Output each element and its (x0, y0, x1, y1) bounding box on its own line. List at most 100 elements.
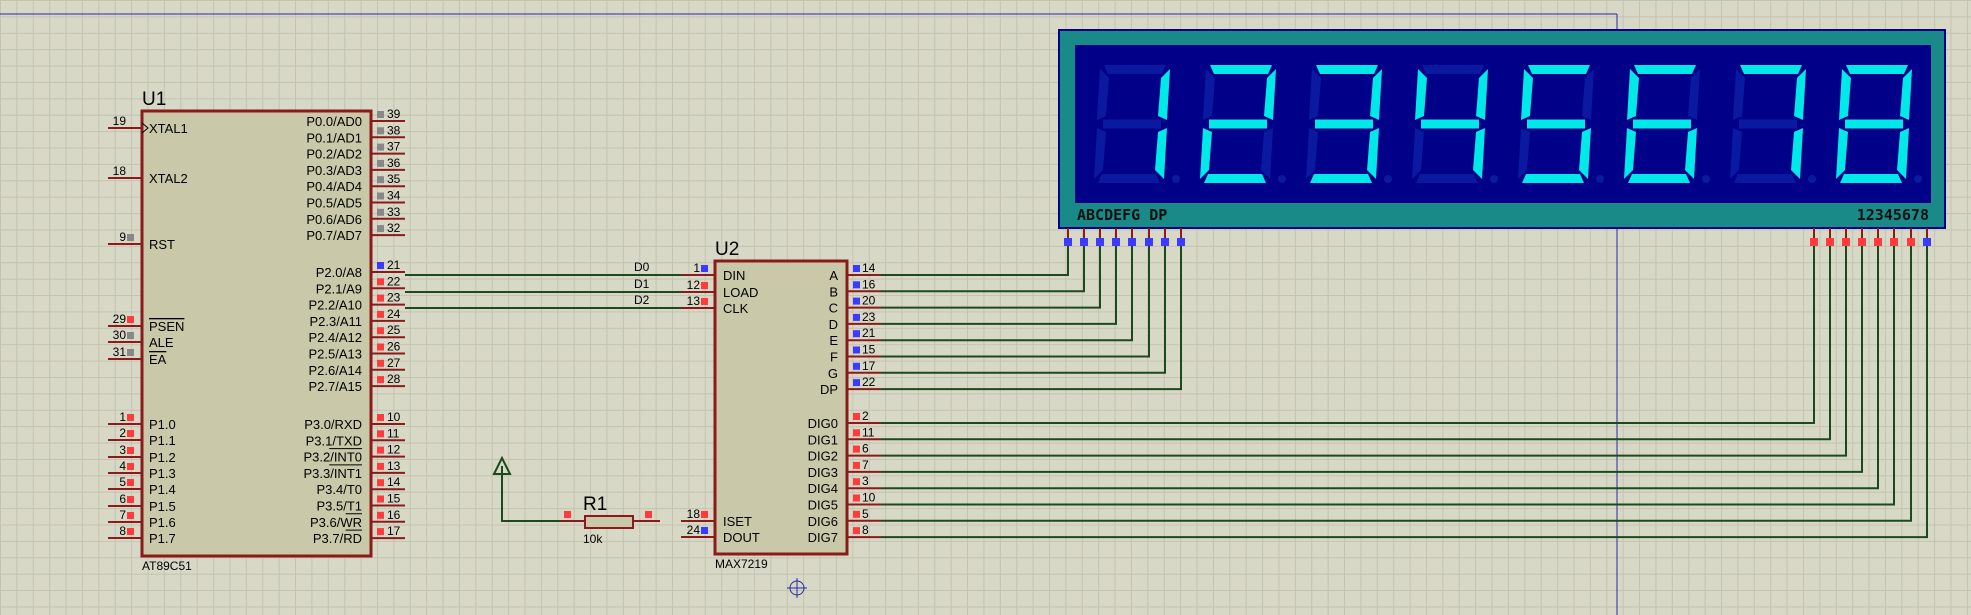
u1-pin-label: P1.7 (149, 531, 176, 546)
segment-d (1840, 174, 1902, 183)
u2-pin-number: 23 (862, 310, 876, 324)
u1-pin-marker (127, 512, 134, 519)
u1-pin-label: P2.6/A14 (309, 363, 363, 378)
wire-dig-6 (881, 243, 1912, 522)
u2-pin-label: DIG6 (808, 514, 838, 529)
u2-pin-number: 11 (862, 425, 875, 439)
u2-part-label: MAX7219 (715, 557, 768, 571)
u1-pin-label: P1.5 (149, 499, 176, 514)
display-dig-pin-marker (1826, 238, 1834, 246)
segment-a (1316, 65, 1378, 74)
u2-pin-marker (853, 510, 860, 518)
u1-pin-label: P0.5/AD5 (306, 196, 362, 211)
u1-pin-label: P0.0/AD0 (306, 114, 362, 129)
segment-g (1845, 119, 1903, 129)
u2-pin-number: 16 (862, 277, 876, 291)
u1-pin-marker (377, 479, 384, 487)
u1-pin-number: 15 (387, 492, 401, 506)
u1-pin-number: 11 (387, 426, 400, 440)
u1-pin-number: 23 (387, 291, 401, 305)
u2-pin-number: 12 (687, 278, 701, 292)
segment-dp (1384, 175, 1392, 183)
u1-pin-label: P0.6/AD6 (306, 212, 362, 227)
u1-ref-label: U1 (142, 89, 166, 110)
u2-pin-marker (853, 445, 860, 453)
r1-ref-label: R1 (583, 494, 607, 515)
display-dig-pin-marker (1842, 238, 1850, 246)
u1-pin-marker (377, 414, 384, 421)
segment-a (1528, 65, 1590, 74)
u1-pin-label: P2.5/A13 (309, 347, 363, 362)
u1-pin-number: 18 (113, 164, 127, 178)
schematic-canvas[interactable]: U1AT89C5119 XTAL118 XTAL29 RST29 PSEN30 ALE31… (0, 0, 1971, 615)
u1-pin-marker (127, 316, 134, 323)
u1-pin-label: P2.3/A11 (309, 314, 362, 329)
u2-pin-number: 2 (862, 409, 869, 423)
u2-pin-label: CLK (723, 301, 749, 316)
u2-pin-number: 1 (693, 261, 700, 275)
u2-pin-marker (701, 282, 708, 289)
u1-pin-label: P3.3/INT1 (303, 466, 362, 481)
segment-a (1740, 65, 1802, 74)
u1-pin-number: 21 (387, 258, 401, 272)
u1-pin-number: 24 (387, 307, 401, 321)
u1-pin-number: 4 (119, 459, 126, 473)
u2-pin-number: 7 (862, 458, 869, 472)
segment-dp (1596, 175, 1604, 183)
u1-pin-marker (377, 262, 384, 269)
u1-pin-number: 19 (113, 114, 127, 128)
r1-resistor[interactable]: R1 10k (492, 455, 660, 546)
u1-pin-label: P1.2 (149, 450, 176, 465)
u1-pin-number: 3 (119, 443, 126, 457)
net-label-d1: D1 (634, 277, 650, 291)
u1-pin-number: 27 (387, 356, 401, 370)
wire-seg-1 (881, 243, 1085, 293)
u1-pin-marker (127, 430, 134, 437)
u1-pin-label: P0.1/AD1 (306, 130, 362, 145)
u1-pin-number: 1 (119, 410, 126, 424)
seven-segment-display[interactable]: 1 2 3 4 5 6 7 8ABCDEFG DP 12345678 (1058, 29, 1946, 246)
u2-pin-number: 3 (862, 474, 869, 488)
u1-pin-marker (127, 479, 134, 486)
r1-pin-marker (645, 511, 652, 518)
segment-g (1315, 119, 1373, 129)
display-seg-pin-marker (1064, 238, 1072, 246)
u1-pin-number: 8 (119, 524, 126, 538)
display-dig-pin-marker (1907, 238, 1915, 246)
u2-pin-label: ISET (723, 514, 752, 529)
u1-microcontroller[interactable]: U1AT89C5119 XTAL118 XTAL29 RST29 PSEN30 ALE31… (108, 89, 405, 573)
u2-pin-marker (701, 527, 708, 534)
u1-pin-number: 12 (387, 443, 401, 457)
u1-part-label: AT89C51 (142, 559, 192, 573)
segment-dp (1490, 175, 1498, 183)
u1-pin-label: P0.2/AD2 (306, 147, 362, 162)
u1-pin-label: P3.1/TXD (306, 433, 362, 448)
u1-pin-number: 5 (119, 475, 126, 489)
u2-max7219-driver[interactable]: U2MAX72191 DIND012 LOADD113 CLKD218 ISET24 DO… (634, 239, 881, 571)
r1-body (584, 515, 634, 529)
u1-pin-label: P3.6/WR (310, 515, 362, 530)
u1-pin-marker (377, 446, 384, 454)
wire-seg-0 (881, 243, 1069, 276)
display-seg-pin-marker (1080, 238, 1088, 246)
u2-pin-marker (701, 298, 708, 305)
display-dig-pin-marker (1890, 238, 1898, 246)
u2-pin-number: 15 (862, 343, 876, 357)
r1-value-label: 10k (583, 532, 603, 546)
segment-dp (1808, 175, 1816, 183)
u1-pin-number: 13 (387, 459, 401, 473)
u1-pin-marker (377, 192, 384, 200)
u1-pin-marker (377, 376, 384, 384)
u1-pin-marker (377, 208, 384, 216)
u1-pin-marker (127, 463, 134, 470)
segment-g (1421, 119, 1479, 129)
segment-a (1634, 65, 1696, 74)
u1-pin-label: RST (149, 237, 175, 252)
u2-pin-marker (853, 379, 860, 387)
u1-pin-label: EA (149, 352, 167, 367)
u1-pin-marker (377, 225, 384, 233)
u1-pin-marker (127, 234, 134, 241)
u1-pin-label: P3.0/RXD (304, 417, 362, 432)
u1-pin-label: P1.1 (149, 433, 176, 448)
u2-pin-label: DIG7 (808, 530, 838, 545)
